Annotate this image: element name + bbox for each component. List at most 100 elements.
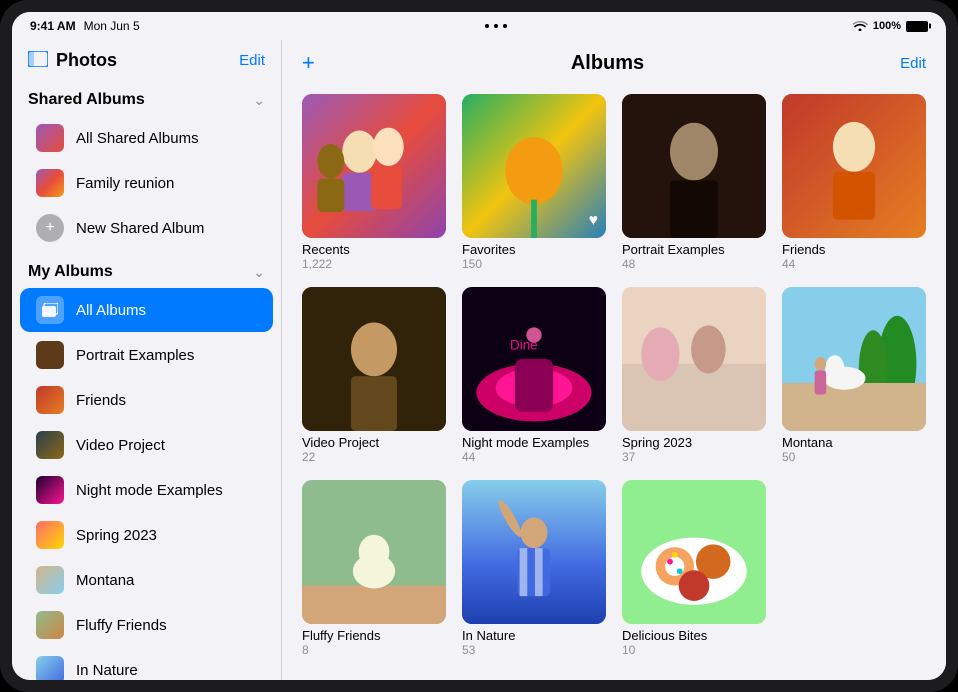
- sidebar-item-family-reunion[interactable]: Family reunion: [20, 161, 273, 205]
- album-fluffy-thumb: [302, 480, 446, 624]
- status-date: Mon Jun 5: [84, 19, 140, 33]
- my-albums-chevron: ⌄: [253, 264, 265, 281]
- album-nature[interactable]: In Nature 53: [462, 480, 606, 657]
- album-bites-count: 10: [622, 643, 766, 657]
- album-video-name: Video Project: [302, 435, 446, 450]
- right-header: + Albums Edit: [282, 40, 946, 86]
- sidebar-item-video[interactable]: Video Project: [20, 423, 273, 467]
- add-shared-icon: +: [36, 214, 64, 242]
- battery-fill: [907, 22, 927, 31]
- album-bites-thumb: [622, 480, 766, 624]
- portrait-icon: [36, 341, 64, 369]
- album-friends[interactable]: Friends 44: [782, 94, 926, 271]
- add-shared-album-item[interactable]: + New Shared Album: [20, 206, 273, 250]
- album-video-thumb: [302, 287, 446, 431]
- my-albums-title: My Albums: [28, 263, 113, 281]
- album-video-count: 22: [302, 450, 446, 464]
- sidebar-toggle-button[interactable]: [28, 51, 48, 70]
- portrait-label: Portrait Examples: [76, 347, 194, 364]
- sidebar-item-spring[interactable]: Spring 2023: [20, 513, 273, 557]
- album-portrait[interactable]: Portrait Examples 48: [622, 94, 766, 271]
- all-shared-icon: [36, 124, 64, 152]
- album-spring-name: Spring 2023: [622, 435, 766, 450]
- sidebar: Photos Edit Shared Albums ⌄ All Shared A…: [12, 40, 282, 680]
- shared-albums-title: Shared Albums: [28, 91, 145, 109]
- family-reunion-label: Family reunion: [76, 175, 174, 192]
- sidebar-item-all-albums[interactable]: All Albums: [20, 288, 273, 332]
- my-albums-section-header: My Albums ⌄: [12, 251, 281, 287]
- sidebar-item-nightmode[interactable]: Night mode Examples: [20, 468, 273, 512]
- shared-albums-section-header: Shared Albums ⌄: [12, 79, 281, 115]
- add-shared-label: New Shared Album: [76, 220, 204, 237]
- album-fluffy-count: 8: [302, 643, 446, 657]
- album-favorites-count: 150: [462, 257, 606, 271]
- status-bar-center: [485, 24, 507, 28]
- status-bar-right: 100%: [852, 19, 928, 34]
- album-spring-thumb: [622, 287, 766, 431]
- album-bites-name: Delicious Bites: [622, 628, 766, 643]
- album-friends-thumb: [782, 94, 926, 238]
- nature-icon: [36, 656, 64, 680]
- sidebar-edit-button[interactable]: Edit: [239, 52, 265, 69]
- album-recents[interactable]: Recents 1,222: [302, 94, 446, 271]
- home-indicator: [282, 677, 946, 680]
- album-portrait-count: 48: [622, 257, 766, 271]
- sidebar-header: Photos Edit: [12, 40, 281, 79]
- battery-percentage: 100%: [873, 20, 901, 32]
- albums-edit-button[interactable]: Edit: [900, 55, 926, 72]
- album-montana[interactable]: Montana 50: [782, 287, 926, 464]
- album-nature-thumb: [462, 480, 606, 624]
- sidebar-item-nature[interactable]: In Nature: [20, 648, 273, 680]
- album-bites[interactable]: Delicious Bites 10: [622, 480, 766, 657]
- fluffy-label: Fluffy Friends: [76, 617, 167, 634]
- battery-icon: [906, 21, 928, 32]
- nightmode-label: Night mode Examples: [76, 482, 223, 499]
- album-fluffy[interactable]: Fluffy Friends 8: [302, 480, 446, 657]
- album-nightmode[interactable]: Dine Night mode Examples 44: [462, 287, 606, 464]
- album-portrait-name: Portrait Examples: [622, 242, 766, 257]
- main-content: Photos Edit Shared Albums ⌄ All Shared A…: [12, 40, 946, 680]
- family-reunion-icon: [36, 169, 64, 197]
- status-bar-left: 9:41 AM Mon Jun 5: [30, 19, 140, 33]
- favorites-heart-icon: ♥: [589, 212, 599, 230]
- right-header-right: Edit: [900, 55, 926, 72]
- svg-text:Dine: Dine: [510, 337, 538, 352]
- album-nature-count: 53: [462, 643, 606, 657]
- album-recents-name: Recents: [302, 242, 446, 257]
- sidebar-item-friends[interactable]: Friends: [20, 378, 273, 422]
- screen: 9:41 AM Mon Jun 5 100%: [12, 12, 946, 680]
- wifi-icon: [852, 19, 868, 34]
- friends-icon: [36, 386, 64, 414]
- all-shared-label: All Shared Albums: [76, 130, 199, 147]
- album-friends-count: 44: [782, 257, 926, 271]
- sidebar-title: Photos: [56, 50, 117, 71]
- right-panel: + Albums Edit: [282, 40, 946, 680]
- sidebar-item-portrait[interactable]: Portrait Examples: [20, 333, 273, 377]
- album-favorites-thumb: ♥: [462, 94, 606, 238]
- album-fluffy-name: Fluffy Friends: [302, 628, 446, 643]
- sidebar-item-montana[interactable]: Montana: [20, 558, 273, 602]
- sidebar-item-all-shared[interactable]: All Shared Albums: [20, 116, 273, 160]
- spring-label: Spring 2023: [76, 527, 157, 544]
- sidebar-scroll: Shared Albums ⌄ All Shared Albums Family…: [12, 79, 281, 680]
- nightmode-icon: [36, 476, 64, 504]
- album-favorites[interactable]: ♥ Favorites 150: [462, 94, 606, 271]
- montana-label: Montana: [76, 572, 134, 589]
- album-video[interactable]: Video Project 22: [302, 287, 446, 464]
- add-album-button[interactable]: +: [302, 50, 315, 76]
- status-bar: 9:41 AM Mon Jun 5 100%: [12, 12, 946, 40]
- album-montana-count: 50: [782, 450, 926, 464]
- dot3: [503, 24, 507, 28]
- dot2: [494, 24, 498, 28]
- album-nightmode-count: 44: [462, 450, 606, 464]
- album-spring[interactable]: Spring 2023 37: [622, 287, 766, 464]
- right-header-left: +: [302, 50, 315, 76]
- sidebar-item-fluffy[interactable]: Fluffy Friends: [20, 603, 273, 647]
- nature-label: In Nature: [76, 662, 138, 679]
- dot1: [485, 24, 489, 28]
- video-icon: [36, 431, 64, 459]
- video-label: Video Project: [76, 437, 165, 454]
- ipad-frame: 9:41 AM Mon Jun 5 100%: [0, 0, 958, 692]
- all-albums-label: All Albums: [76, 302, 146, 319]
- albums-grid: Recents 1,222: [282, 86, 946, 677]
